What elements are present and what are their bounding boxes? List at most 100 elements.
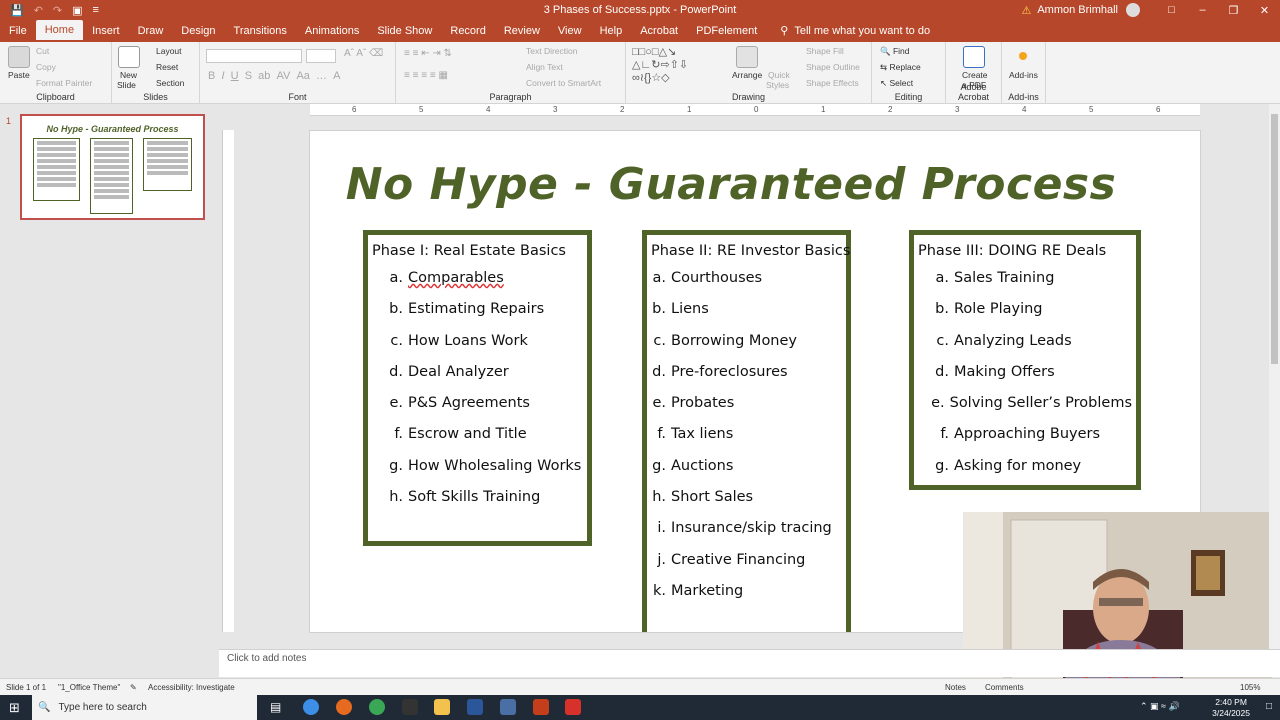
notification-icon[interactable]: □ — [1266, 701, 1272, 712]
tab-file[interactable]: File — [0, 20, 36, 42]
notes-pane[interactable]: Click to add notes — [219, 649, 1280, 677]
new-slide-button-line2[interactable]: Slide — [117, 80, 136, 90]
comments-toggle[interactable]: Comments — [985, 683, 1024, 692]
reset-button[interactable]: Reset — [156, 62, 178, 72]
convert-smartart-button[interactable]: Convert to SmartArt — [526, 78, 601, 88]
vertical-scrollbar[interactable] — [1269, 104, 1280, 649]
layout-button[interactable]: Layout — [156, 46, 182, 56]
maximize-icon[interactable]: ❐ — [1218, 4, 1249, 17]
tab-pdfelement[interactable]: PDFelement — [687, 20, 766, 42]
tab-slide-show[interactable]: Slide Show — [368, 20, 441, 42]
firefox-icon[interactable] — [336, 699, 352, 715]
shape-fill-button[interactable]: Shape Fill — [806, 46, 844, 56]
new-slide-icon[interactable] — [118, 46, 140, 68]
phase-2-box[interactable]: Phase II: RE Investor Basics a. Courthous… — [642, 230, 851, 632]
new-slide-button[interactable]: New — [120, 70, 137, 80]
tab-acrobat[interactable]: Acrobat — [631, 20, 687, 42]
align-icons[interactable]: ≡ ≡ ≡ ≡ ▦ — [404, 70, 448, 81]
slides-label: Slides — [143, 92, 168, 102]
scrollbar-thumb[interactable] — [1271, 114, 1278, 364]
shape-outline-button[interactable]: Shape Outline — [806, 62, 860, 72]
notes-toggle[interactable]: Notes — [945, 683, 966, 692]
shape-effects-button[interactable]: Shape Effects — [806, 78, 859, 88]
create-pdf-button[interactable]: Create — [962, 70, 988, 80]
align-text-button[interactable]: Align Text — [526, 62, 563, 72]
replace-button[interactable]: ⇆ Replace — [880, 62, 921, 73]
phase-1-box[interactable]: Phase I: Real Estate Basics a. Comparable… — [363, 230, 592, 546]
tab-help[interactable]: Help — [591, 20, 632, 42]
item-marker: e. — [652, 395, 666, 412]
arrange-icon[interactable] — [736, 46, 758, 68]
ruler-tick: 2 — [888, 105, 893, 114]
addins-button[interactable]: Add-ins — [1009, 70, 1038, 80]
format-painter-button[interactable]: Format Painter — [36, 78, 92, 88]
windows-start-icon[interactable]: ⊞ — [9, 700, 20, 716]
task-view-icon[interactable]: ▤ — [270, 700, 281, 714]
slide-title[interactable]: No Hype - Guaranteed Process — [310, 159, 1152, 210]
font-name-box[interactable] — [206, 49, 302, 63]
drawing-group: □□○□△↘ △∟↻⇨⇧⇩ ∞≀{}☆◇ Arrange Quick Styles … — [626, 42, 872, 104]
list-item: j. Creative Financing — [651, 552, 842, 583]
copilot-icon[interactable] — [303, 699, 319, 715]
accessibility-status[interactable]: Accessibility: Investigate — [148, 683, 235, 692]
powerpoint-icon[interactable] — [533, 699, 549, 715]
save-icon[interactable]: 💾 — [10, 4, 24, 17]
minimize-icon[interactable]: – — [1187, 4, 1218, 16]
paste-icon[interactable] — [8, 46, 30, 68]
list-item: f. Tax liens — [651, 426, 842, 457]
slide-thumbnail[interactable]: No Hype - Guaranteed Process — [20, 114, 205, 220]
copy-button[interactable]: Copy — [36, 62, 56, 72]
phase-3-box[interactable]: Phase III: DOING RE Deals a. Sales Traini… — [909, 230, 1141, 490]
taskbar-search[interactable]: 🔍 Type here to search — [32, 695, 257, 720]
create-pdf-icon[interactable] — [963, 46, 985, 68]
redo-icon[interactable]: ↷ — [53, 4, 62, 17]
section-button[interactable]: Section — [156, 78, 184, 88]
tab-draw[interactable]: Draw — [129, 20, 173, 42]
user-name[interactable]: Ammon Brimhall — [1037, 4, 1118, 16]
select-button[interactable]: ↖ Select — [880, 78, 913, 89]
shapes-gallery-icon[interactable]: □□○□△↘ △∟↻⇨⇧⇩ ∞≀{}☆◇ — [632, 46, 688, 85]
list-item: d. Making Offers — [918, 364, 1132, 395]
warning-icon[interactable]: ⚠ — [1021, 4, 1031, 17]
item-marker: c. — [653, 332, 666, 349]
paste-button[interactable]: Paste — [8, 70, 30, 80]
slideshow-icon[interactable]: ▣ — [72, 4, 82, 17]
clock[interactable]: 2:40 PM 3/24/2025 — [1212, 697, 1250, 719]
font-grow-icon[interactable]: Aˆ Aˇ ⌫ — [344, 48, 383, 59]
tab-design[interactable]: Design — [172, 20, 224, 42]
tab-insert[interactable]: Insert — [83, 20, 129, 42]
tab-animations[interactable]: Animations — [296, 20, 368, 42]
find-button[interactable]: 🔍 Find — [880, 46, 910, 57]
tell-me-search[interactable]: ⚲ Tell me what you want to do — [766, 20, 930, 42]
font-format-icons[interactable]: B I U S ab AV Aa … A — [208, 70, 341, 82]
word-icon[interactable] — [467, 699, 483, 715]
avatar[interactable] — [1126, 3, 1140, 17]
undo-icon[interactable]: ↶ — [34, 4, 43, 17]
arrange-button[interactable]: Arrange — [732, 70, 762, 80]
font-size-box[interactable] — [306, 49, 336, 63]
tab-transitions[interactable]: Transitions — [225, 20, 296, 42]
tab-record[interactable]: Record — [441, 20, 494, 42]
quick-styles-button[interactable]: Quick — [768, 70, 790, 80]
zoom-level[interactable]: 105% — [1240, 683, 1260, 692]
addins-icon[interactable] — [1019, 52, 1027, 60]
chrome-icon[interactable] — [369, 699, 385, 715]
snagit-icon[interactable] — [565, 699, 581, 715]
ribbon-display-icon[interactable]: □ — [1156, 4, 1187, 16]
system-tray-icons[interactable]: ⌃ ▣ ≈ 🔊 — [1140, 701, 1180, 712]
file-explorer-icon[interactable] — [434, 699, 450, 715]
spelling-icon[interactable]: ✎ — [130, 683, 137, 692]
item-marker: h. — [389, 489, 403, 506]
text-direction-button[interactable]: Text Direction — [526, 46, 578, 56]
customize-qat-icon[interactable]: ≡ — [93, 4, 99, 16]
app-icon-2[interactable] — [500, 699, 516, 715]
item-text: Pre-foreclosures — [671, 363, 788, 380]
list-icons[interactable]: ≡ ≡ ⇤ ⇥ ⇅ — [404, 48, 452, 59]
quick-styles-button-line2[interactable]: Styles — [766, 80, 789, 90]
tab-home[interactable]: Home — [35, 20, 84, 42]
cut-button[interactable]: Cut — [36, 46, 49, 56]
tab-review[interactable]: Review — [495, 20, 549, 42]
tab-view[interactable]: View — [549, 20, 591, 42]
app-icon[interactable] — [402, 699, 418, 715]
close-icon[interactable]: ✕ — [1249, 4, 1280, 17]
